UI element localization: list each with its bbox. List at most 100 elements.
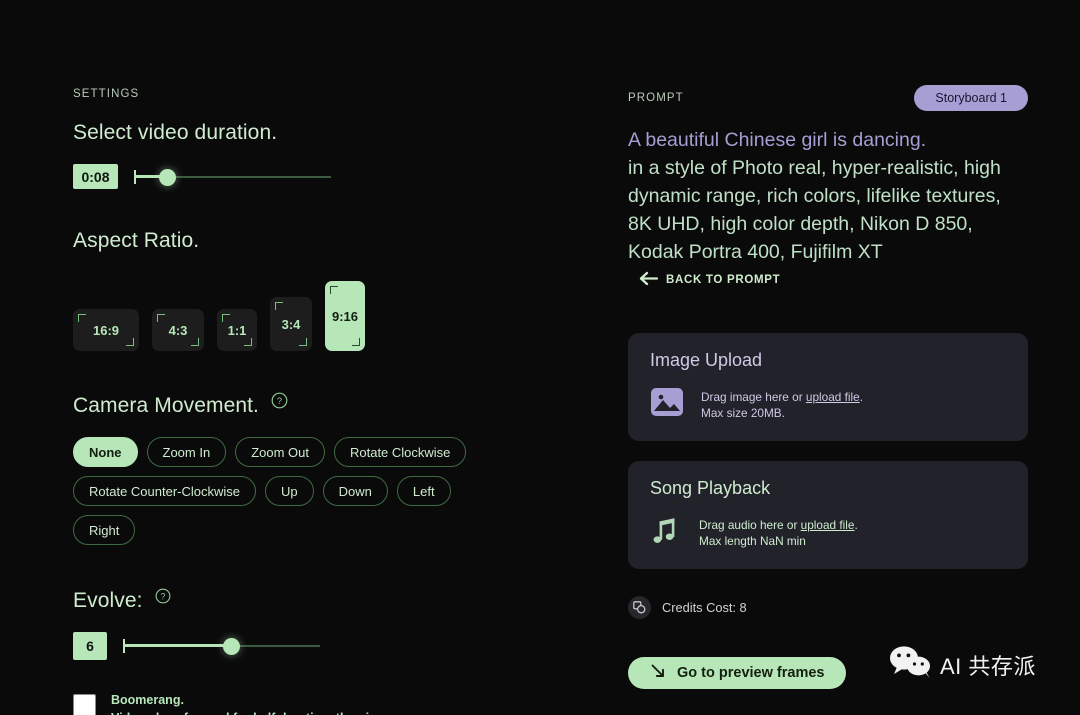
- credits-cost-text: Credits Cost: 8: [662, 600, 747, 615]
- image-upload-line-1-pre: Drag image here or: [701, 389, 806, 404]
- prompt-body: in a style of Photo real, hyper-realisti…: [628, 157, 1001, 263]
- corner-bracket-icon: [78, 314, 86, 322]
- boomerang-description: Video plays forward for half duration, t…: [111, 709, 428, 715]
- duration-heading: Select video duration.: [73, 121, 278, 144]
- camera-movement-option-label: Zoom In: [162, 444, 211, 460]
- aspect-ratio-option-label: 1:1: [227, 322, 247, 338]
- camera-movement-option-label: Zoom Out: [251, 444, 309, 460]
- arrow-down-right-icon: [650, 663, 666, 683]
- camera-movement-option-up[interactable]: Up: [265, 476, 314, 506]
- song-playback-body: Drag audio here or upload file. Max leng…: [650, 515, 1006, 550]
- boomerang-checkbox[interactable]: [73, 694, 96, 715]
- boomerang-title: Boomerang.: [111, 693, 184, 707]
- question-circle-icon[interactable]: ?: [271, 391, 288, 415]
- aspect-ratio-option-label: 16:9: [92, 322, 120, 338]
- evolve-slider-row: 6: [73, 632, 543, 660]
- aspect-ratio-heading: Aspect Ratio.: [73, 229, 200, 252]
- aspect-ratio-option-label: 9:16: [331, 308, 359, 324]
- song-playback-line-1-pre: Drag audio here or: [699, 517, 801, 532]
- duration-slider-thumb[interactable]: [158, 168, 176, 186]
- coins-icon: [628, 596, 651, 619]
- camera-movement-option-none[interactable]: None: [73, 437, 138, 467]
- camera-movement-option-label: Rotate Clockwise: [349, 444, 451, 460]
- evolve-slider-fill: [123, 644, 232, 647]
- song-playback-title: Song Playback: [650, 478, 771, 498]
- corner-bracket-icon: [157, 314, 165, 322]
- boomerang-text: Boomerang. Video plays forward for half …: [111, 691, 428, 715]
- image-upload-line-1-post: .: [859, 389, 863, 404]
- svg-text:?: ?: [160, 591, 165, 601]
- evolve-heading: Evolve: ?: [73, 586, 543, 613]
- arrow-left-icon: [639, 266, 659, 294]
- aspect-ratio-option-1-1[interactable]: 1:1: [217, 309, 257, 351]
- camera-movement-option-label: Up: [281, 483, 298, 499]
- corner-bracket-icon: [330, 286, 338, 294]
- prompt-line-1: A beautiful Chinese girl is dancing.: [628, 129, 927, 151]
- song-playback-line-1: Drag audio here or upload file.: [699, 517, 858, 533]
- aspect-ratio-option-9-16[interactable]: 9:16: [325, 281, 365, 351]
- image-upload-title: Image Upload: [650, 350, 763, 370]
- back-to-prompt-button[interactable]: BACK TO PROMPT: [639, 266, 780, 294]
- song-playback-line-2: Max length NaN min: [699, 533, 806, 548]
- camera-movement-options: None Zoom In Zoom Out Rotate Clockwise Rotat…: [73, 437, 473, 545]
- camera-movement-option-label: Right: [89, 522, 120, 538]
- evolve-slider[interactable]: [123, 634, 320, 658]
- camera-movement-option-zoom-out[interactable]: Zoom Out: [235, 437, 325, 467]
- song-playback-instructions: Drag audio here or upload file. Max leng…: [699, 517, 858, 549]
- aspect-ratio-option-label: 4:3: [168, 322, 188, 338]
- go-to-preview-frames-label: Go to preview frames: [677, 665, 825, 681]
- image-upload-card[interactable]: Image Upload Drag image here or upload f…: [628, 333, 1028, 441]
- video-generation-settings-screen: SETTINGS Select video duration. 0:08 Asp…: [0, 0, 1080, 715]
- corner-bracket-icon: [191, 338, 199, 346]
- aspect-ratio-option-16-9[interactable]: 16:9: [73, 309, 139, 351]
- image-upload-instructions: Drag image here or upload file. Max size…: [701, 389, 863, 421]
- evolve-value: 6: [73, 632, 107, 660]
- song-upload-file-link[interactable]: upload file: [801, 518, 855, 532]
- boomerang-row: Boomerang. Video plays forward for half …: [73, 691, 543, 715]
- image-upload-line-2: Max size 20MB.: [701, 405, 785, 420]
- back-to-prompt-label: BACK TO PROMPT: [666, 274, 781, 286]
- prompt-text[interactable]: A beautiful Chinese girl is dancing. in …: [628, 126, 1028, 297]
- duration-slider-row: 0:08: [73, 164, 543, 189]
- song-playback-card[interactable]: Song Playback Drag audio here or upload …: [628, 461, 1028, 569]
- image-upload-line-1: Drag image here or upload file.: [701, 389, 863, 405]
- camera-movement-option-rotate-clockwise[interactable]: Rotate Clockwise: [333, 437, 467, 467]
- camera-movement-option-label: None: [89, 444, 122, 460]
- corner-bracket-icon: [126, 338, 134, 346]
- image-upload-body: Drag image here or upload file. Max size…: [650, 387, 1006, 422]
- prompt-section-label: PROMPT: [628, 92, 684, 104]
- camera-movement-option-zoom-in[interactable]: Zoom In: [146, 437, 227, 467]
- camera-movement-option-label: Left: [412, 483, 435, 499]
- evolve-slider-thumb[interactable]: [222, 638, 240, 655]
- aspect-ratio-options: 16:9 4:3 1:1 3:4 9:16: [73, 275, 543, 351]
- camera-movement-option-right[interactable]: Right: [73, 515, 136, 545]
- corner-bracket-icon: [222, 314, 230, 322]
- aspect-ratio-option-3-4[interactable]: 3:4: [270, 297, 312, 351]
- camera-movement-option-rotate-counter-clockwise[interactable]: Rotate Counter-Clockwise: [73, 476, 257, 506]
- camera-movement-label: Camera Movement.: [73, 394, 259, 417]
- camera-movement-option-left[interactable]: Left: [396, 476, 451, 506]
- camera-movement-heading: Camera Movement. ?: [73, 391, 543, 418]
- question-circle-icon[interactable]: ?: [155, 586, 171, 610]
- duration-value: 0:08: [73, 164, 118, 189]
- corner-bracket-icon: [275, 302, 283, 310]
- prompt-panel: PROMPT Storyboard 1 A beautiful Chinese …: [628, 85, 1028, 689]
- corner-bracket-icon: [244, 338, 252, 346]
- watermark: AI 共存派: [888, 645, 1036, 684]
- camera-movement-option-label: Rotate Counter-Clockwise: [89, 483, 241, 499]
- aspect-ratio-option-4-3[interactable]: 4:3: [152, 309, 204, 351]
- camera-movement-option-down[interactable]: Down: [322, 476, 388, 506]
- duration-slider[interactable]: [134, 165, 331, 189]
- image-icon: [650, 387, 684, 422]
- settings-section-label: SETTINGS: [73, 88, 140, 100]
- aspect-ratio-option-label: 3:4: [281, 316, 301, 332]
- storyboard-badge[interactable]: Storyboard 1: [914, 85, 1028, 111]
- go-to-preview-frames-button[interactable]: Go to preview frames: [628, 657, 847, 689]
- watermark-text: AI 共存派: [940, 653, 1036, 679]
- prompt-header: PROMPT Storyboard 1: [628, 85, 1028, 111]
- evolve-label: Evolve:: [73, 589, 143, 612]
- image-upload-file-link[interactable]: upload file: [806, 390, 860, 404]
- corner-bracket-icon: [352, 338, 360, 346]
- corner-bracket-icon: [299, 338, 307, 346]
- music-note-icon: [650, 515, 682, 550]
